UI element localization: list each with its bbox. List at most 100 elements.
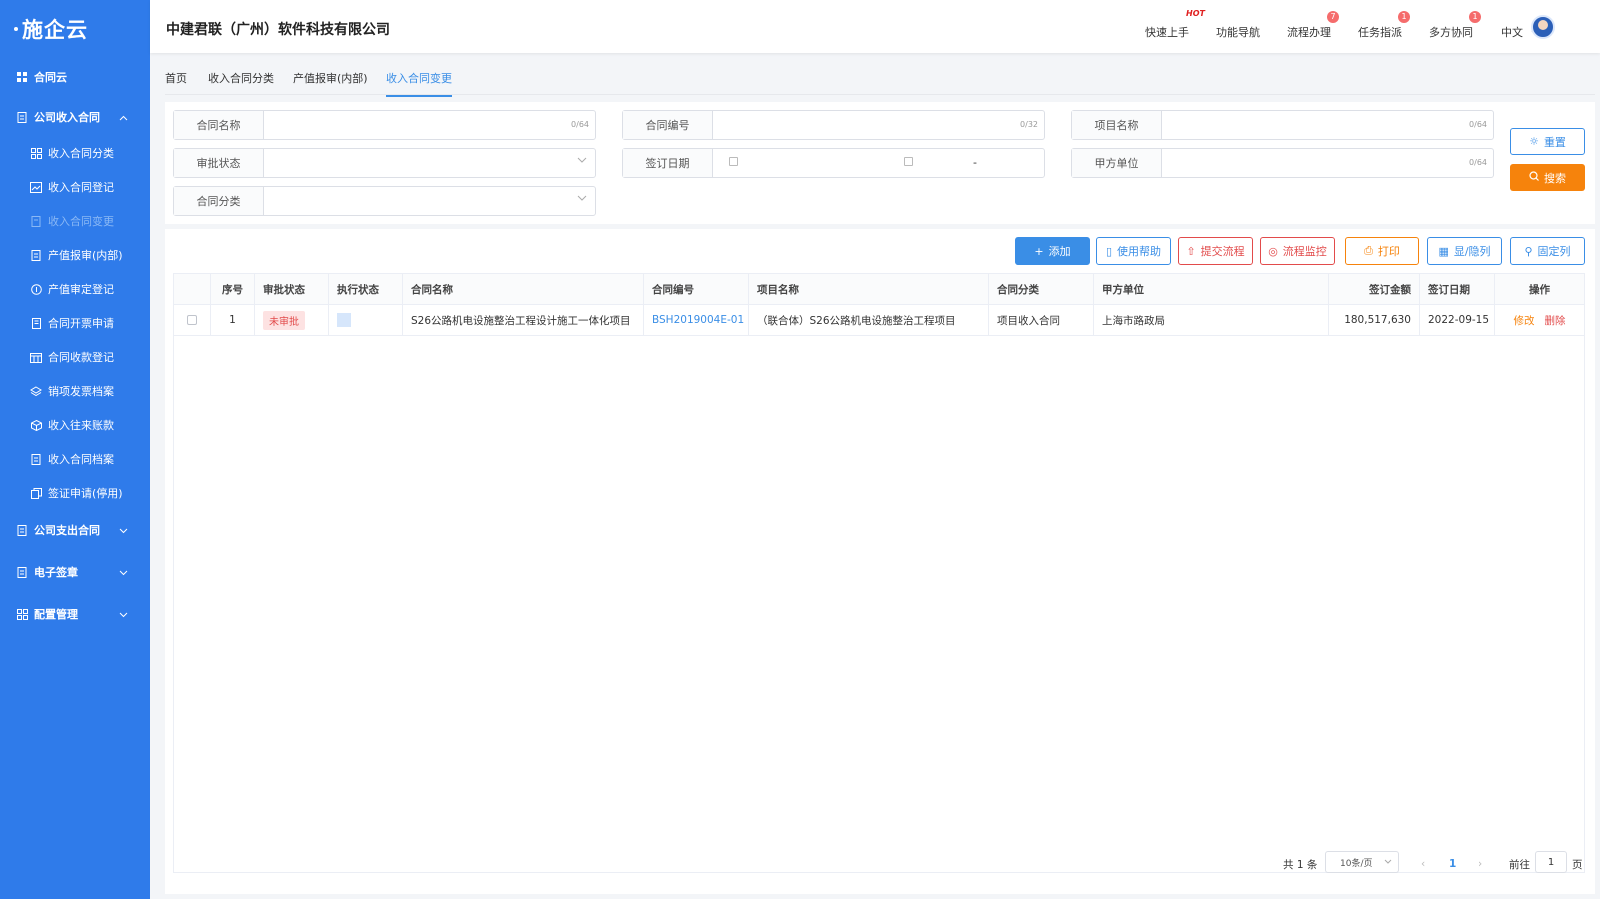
coin-icon (30, 283, 42, 295)
party-a-input[interactable]: 0/64 (1162, 149, 1493, 177)
sidebar-item-label: 产值报审(内部) (48, 249, 123, 262)
table-panel: + 添加 ▯ 使用帮助 ⇧ 提交流程 ◎ 流程监控 ⎙ 打印 ▦ 显/隐列 ⚲ 固定列 序号 … (165, 229, 1595, 894)
image-icon (30, 181, 42, 193)
chevron-up-icon (119, 111, 128, 124)
sidebar-item-label: 配置管理 (34, 608, 78, 621)
sidebar-item-income-archive[interactable]: 收入合同档案 (0, 444, 150, 474)
sidebar-item-label: 签证申请(停用) (48, 487, 123, 500)
sidebar-item-label: 合同开票申请 (48, 317, 114, 330)
page-size-select[interactable]: 10条/页 (1325, 851, 1399, 873)
collaboration-link[interactable]: 多方协同 1 (1429, 11, 1481, 40)
workflow-link[interactable]: 流程办理 7 (1287, 11, 1339, 40)
contract-no-field: 合同编号 0/32 (622, 110, 1045, 140)
char-count: 0/32 (1020, 120, 1038, 129)
cell-date: 2022-09-15 (1420, 305, 1495, 335)
sidebar-item-company-expense[interactable]: 公司支出合同 (0, 515, 150, 545)
char-count: 0/64 (1469, 158, 1487, 167)
avatar[interactable] (1531, 15, 1555, 39)
select-all-cell[interactable] (174, 274, 211, 304)
sidebar-item-payment-register[interactable]: 合同收款登记 (0, 342, 150, 372)
search-button[interactable]: 搜索 (1510, 164, 1585, 191)
contract-no-link[interactable]: BSH2019004E-01 (652, 314, 744, 326)
add-button[interactable]: + 添加 (1015, 237, 1090, 265)
quick-start-link[interactable]: 快速上手 HOT (1145, 9, 1205, 40)
col-type: 合同分类 (989, 274, 1094, 304)
goto-page-input[interactable]: 1 (1535, 851, 1567, 873)
tab-output-review[interactable]: 产值报审(内部) (293, 70, 368, 95)
sidebar-item-income-change[interactable]: 收入合同变更 (0, 206, 150, 236)
sign-date-range[interactable]: - (713, 149, 1044, 177)
sidebar-item-label: 收入往来账款 (48, 419, 114, 432)
row-checkbox[interactable] (187, 315, 197, 325)
task-assign-link[interactable]: 任务指派 1 (1358, 11, 1410, 40)
language-label: 中文 (1501, 26, 1523, 39)
date-separator: - (973, 156, 977, 169)
feature-nav-label: 功能导航 (1216, 26, 1260, 39)
party-a-field: 甲方单位 0/64 (1071, 148, 1494, 178)
cell-index: 1 (211, 305, 255, 335)
flow-monitor-button[interactable]: ◎ 流程监控 (1260, 237, 1335, 265)
logo-dot (14, 27, 18, 31)
tab-income-change[interactable]: 收入合同变更 (386, 70, 452, 97)
sidebar-item-output-invoice[interactable]: 销项发票档案 (0, 376, 150, 406)
document-icon (30, 249, 42, 261)
sidebar-item-company-income[interactable]: 公司收入合同 (0, 102, 150, 132)
sidebar-item-label: 产值审定登记 (48, 283, 114, 296)
book-icon: ▯ (1105, 244, 1113, 258)
sidebar-item-label: 收入合同分类 (48, 147, 114, 160)
next-page-button[interactable]: › (1478, 853, 1482, 875)
help-button[interactable]: ▯ 使用帮助 (1096, 237, 1171, 265)
sidebar-item-output-review[interactable]: 产值报审(内部) (0, 240, 150, 270)
approval-status-field: 审批状态 (173, 148, 596, 178)
prev-page-button[interactable]: ‹ (1421, 853, 1425, 875)
table-row[interactable]: 1 未审批 S26公路机电设施整治工程设计施工一体化项目 BSH2019004E… (174, 305, 1584, 336)
calendar-icon (729, 157, 738, 166)
col-exec: 执行状态 (329, 274, 403, 304)
submit-label: 提交流程 (1200, 245, 1245, 258)
approval-status-select[interactable] (264, 149, 595, 177)
sidebar-item-income-register[interactable]: 收入合同登记 (0, 172, 150, 202)
sidebar-item-contract-cloud[interactable]: 合同云 (0, 62, 150, 92)
delete-button[interactable]: 删除 (1545, 313, 1566, 328)
help-label: 使用帮助 (1117, 245, 1162, 258)
sidebar-item-e-signature[interactable]: 电子签章 (0, 557, 150, 587)
project-name-input[interactable]: 0/64 (1162, 111, 1493, 139)
sidebar-item-invoice-apply[interactable]: 合同开票申请 (0, 308, 150, 338)
exec-status-indicator (337, 313, 351, 327)
contract-name-input[interactable]: 0/64 (264, 111, 595, 139)
sidebar-item-income-accounts[interactable]: 收入往来账款 (0, 410, 150, 440)
sidebar-item-visa-apply[interactable]: 签证申请(停用) (0, 478, 150, 508)
edit-button[interactable]: 修改 (1514, 313, 1535, 328)
party-a-label: 甲方单位 (1072, 149, 1162, 177)
cell-type: 项目收入合同 (989, 305, 1094, 335)
sidebar-item-label: 公司支出合同 (34, 524, 100, 537)
row-select-cell (174, 305, 211, 335)
fix-columns-button[interactable]: ⚲ 固定列 (1510, 237, 1585, 265)
fix-columns-label: 固定列 (1537, 245, 1571, 258)
chevron-down-icon (119, 524, 128, 537)
print-button[interactable]: ⎙ 打印 (1345, 237, 1419, 265)
task-count-badge: 1 (1398, 11, 1410, 23)
tab-home[interactable]: 首页 (165, 70, 187, 95)
plus-icon: + (1034, 244, 1044, 258)
pagination-total: 共 1 条 (1283, 858, 1318, 871)
goto-suffix: 页 (1572, 858, 1583, 871)
contract-type-label: 合同分类 (174, 187, 264, 215)
tab-income-category[interactable]: 收入合同分类 (208, 70, 274, 95)
toggle-columns-button[interactable]: ▦ 显/隐列 (1427, 237, 1502, 265)
page-number-current[interactable]: 1 (1449, 853, 1456, 875)
pin-icon: ⚲ (1524, 244, 1533, 258)
sidebar-item-config[interactable]: 配置管理 (0, 599, 150, 629)
contract-no-input[interactable]: 0/32 (713, 111, 1044, 139)
contract-type-field: 合同分类 (173, 186, 596, 216)
feature-nav-link[interactable]: 功能导航 (1216, 24, 1260, 40)
submit-flow-button[interactable]: ⇧ 提交流程 (1178, 237, 1253, 265)
reset-button[interactable]: ☼ 重置 (1510, 128, 1585, 155)
grid-icon (16, 71, 28, 83)
search-panel: 合同名称 0/64 合同编号 0/32 项目名称 0/64 审批状态 签订日期 … (165, 102, 1595, 224)
cell-no: BSH2019004E-01 (644, 305, 749, 335)
chevron-down-icon (119, 608, 128, 621)
sidebar-item-income-category[interactable]: 收入合同分类 (0, 138, 150, 168)
sidebar-item-output-approve[interactable]: 产值审定登记 (0, 274, 150, 304)
contract-type-select[interactable] (264, 187, 595, 215)
